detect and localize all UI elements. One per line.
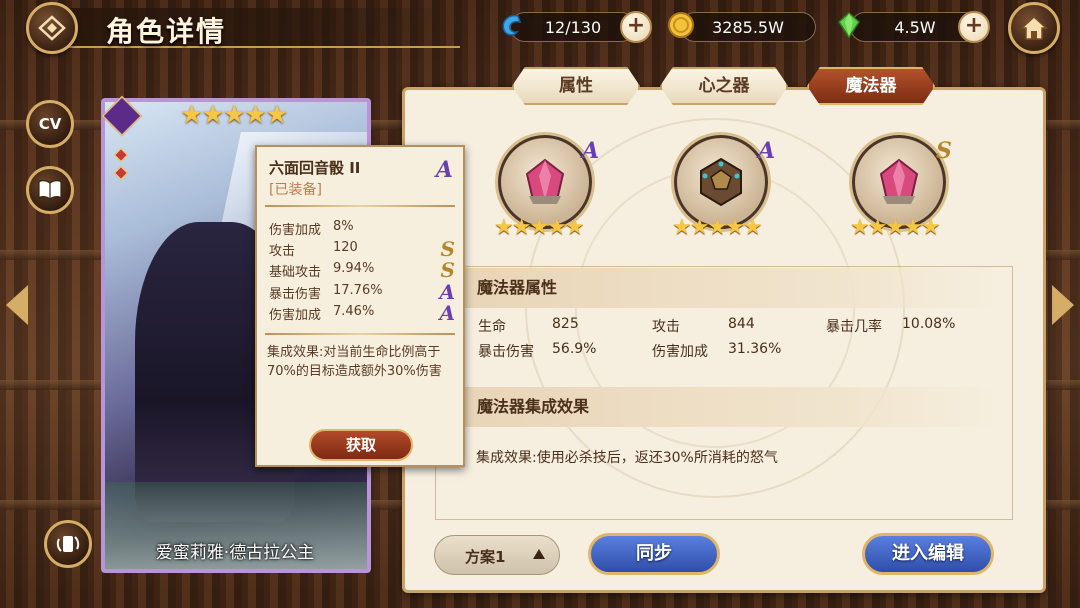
story-book-button[interactable] [26,166,74,214]
tooltip-divider [265,205,455,207]
tooltip-stat-row: 暴击伤害 17.76% A [269,280,455,304]
stat-value: 120 [333,240,358,255]
stat-value: 9.94% [333,261,375,276]
tooltip-stat-row: 伤害加成 8% [269,219,455,239]
set-effect-section-title: 魔法器集成效果 [477,397,590,416]
plan-selector[interactable]: 方案1 [434,535,560,575]
red-gem-icon [113,165,129,181]
plan-label: 方案1 [465,548,506,566]
stat-label: 暴击伤害 [269,287,322,302]
stamina-value: 12/130 [544,17,602,37]
tooltip-stat-row: 基础攻击 9.94% S [269,258,455,282]
pink-crystal-icon [525,158,565,204]
gold-value: 3285.5W [712,17,784,37]
tooltip-set-effect: 集成效果:对当前生命比例高于70%的目标造成额外30%伤害 [267,345,442,379]
character-name: 爱蜜莉雅·德古拉公主 [155,543,315,563]
attr-value: 31.36% [728,341,782,357]
add-gems-button[interactable]: + [958,11,990,43]
gear-slot-2-stars: ★★★★★ [672,215,763,240]
page-title: 角色详情 [106,15,227,48]
card-gems [113,147,129,186]
card-stars: ★★★★★ [180,100,289,130]
stat-value: 8% [333,219,354,234]
gear-slot-1-stars: ★★★★★ [494,215,585,240]
stat-label: 伤害加成 [269,223,322,238]
shrimp-icon [502,14,522,36]
cv-label: CV [38,115,62,133]
gear-slot-3-stars: ★★★★★ [850,215,941,240]
stamina-counter: 12/130 [510,12,636,42]
tooltip-stat-row: 攻击 120 S [269,237,455,261]
gear-slot-3-grade: S [936,138,952,164]
set-effect-text: 集成效果:使用必杀技后，返还30%所消耗的怒气 [476,450,778,466]
pink-crystal-icon [879,158,919,204]
home-icon [1020,15,1048,40]
tooltip-stat-row: 伤害加成 7.46% A [269,301,455,325]
stat-label: 基础攻击 [269,265,322,280]
stat-label: 伤害加成 [269,308,322,323]
acquire-button[interactable]: 获取 [309,429,413,461]
add-stamina-button[interactable]: + [620,11,652,43]
enter-edit-button[interactable]: 进入编辑 [862,533,994,575]
stat-label: 攻击 [269,244,296,259]
attr-value: 56.9% [552,341,597,357]
attr-value: 825 [552,316,579,332]
gem-value: 4.5W [894,17,936,37]
set-effect-section-header: 魔法器集成效果 [437,387,1011,427]
gold-coin-icon [668,12,694,38]
tooltip-item-name: 六面回音骰 II [269,159,361,177]
tooltip-equipped-status: [已装备] [269,182,322,198]
attr-value: 844 [728,316,755,332]
previous-character-arrow[interactable] [6,285,28,325]
next-character-arrow[interactable] [1052,285,1074,325]
stat-grade-badge: A [439,301,455,325]
triangle-up-icon [533,549,545,559]
attr-label: 攻击 [652,319,680,335]
switch-view-button[interactable] [44,520,92,568]
stat-value: 7.46% [333,304,375,319]
attribute-section-title: 魔法器属性 [477,278,558,297]
attr-label: 暴击几率 [826,319,882,335]
attr-label: 生命 [478,319,506,335]
tab-attributes[interactable]: 属性 [512,67,640,105]
top-bar: 角色详情 12/130 + 3285.5W 4.5W + [0,0,1080,56]
attr-value: 10.08% [902,316,956,332]
diamond-menu-icon [38,15,66,41]
d12-dice-icon [700,157,742,207]
cv-button[interactable]: CV [26,100,74,148]
green-crystal-icon [838,11,860,39]
stat-grade-badge: S [440,258,455,282]
rotate-card-icon [56,536,80,552]
item-tooltip: 六面回音骰 II A [已装备] 伤害加成 8% 攻击 120 S 基础攻击 9… [255,145,465,467]
gear-slot-1-grade: A [582,138,600,164]
title-strip [40,8,460,48]
tooltip-grade: A [435,157,453,183]
red-gem-icon [113,147,129,163]
tab-magic-gear[interactable]: 魔法器 [807,67,935,105]
stat-value: 17.76% [333,283,383,298]
attr-label: 暴击伤害 [478,344,534,360]
open-book-icon [38,180,62,200]
gold-counter: 3285.5W [680,12,816,42]
home-button[interactable] [1008,2,1060,54]
attr-label: 伤害加成 [652,344,708,360]
sync-button[interactable]: 同步 [588,533,720,575]
tooltip-divider [265,333,455,335]
tab-heart-gear[interactable]: 心之器 [660,67,788,105]
attribute-section-header: 魔法器属性 [437,268,1011,308]
gear-slot-2-grade: A [758,138,776,164]
back-button[interactable] [26,2,78,54]
